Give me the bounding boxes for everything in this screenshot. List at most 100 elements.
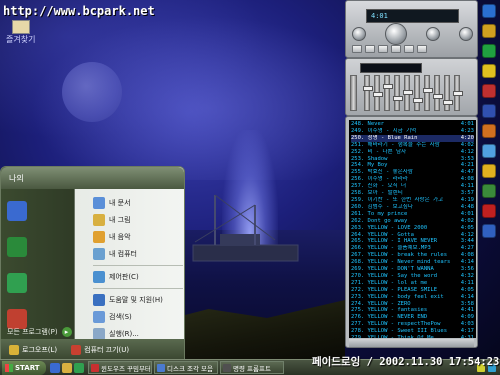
quick-launch-icon[interactable]	[482, 204, 496, 218]
shutdown-button[interactable]: 컴퓨터 끄기(U)	[71, 344, 129, 355]
stop-button[interactable]	[391, 45, 401, 53]
quick-launch-icon[interactable]	[482, 124, 496, 138]
eq-slider-thumb[interactable]	[433, 94, 443, 99]
pinned-app-icon[interactable]	[7, 309, 27, 329]
eq-band-slider[interactable]	[453, 75, 463, 111]
playlist-row[interactable]: 253. Shadow 3:53	[351, 156, 474, 163]
logoff-button[interactable]: 로그오프(L)	[9, 344, 57, 355]
start-menu-item[interactable]: 내 그림	[93, 212, 183, 228]
next-button[interactable]	[404, 45, 414, 53]
eq-slider-thumb[interactable]	[423, 88, 433, 93]
quick-launch-icon[interactable]	[482, 184, 496, 198]
pinned-app-icon[interactable]	[7, 201, 27, 221]
playlist-row[interactable]: 269. YELLOW - DON'T WANNA 3:56	[351, 266, 474, 273]
eq-band-slider[interactable]	[403, 75, 413, 111]
taskbar-task-button[interactable]: 디스크 조각 모음	[154, 361, 218, 374]
playlist-row[interactable]: 267. YELLOW - break the rules 4:08	[351, 252, 474, 259]
start-menu-item[interactable]: 내 문서	[93, 195, 183, 211]
play-button[interactable]	[365, 45, 375, 53]
pinned-app-icon[interactable]	[7, 273, 27, 293]
quick-launch-icon[interactable]	[482, 224, 496, 238]
eq-slider-thumb[interactable]	[383, 84, 393, 89]
eject-button[interactable]	[417, 45, 427, 53]
quick-launch-icon[interactable]	[482, 164, 496, 178]
volume-knob[interactable]	[352, 27, 366, 41]
quick-launch-icon[interactable]	[482, 44, 496, 58]
playlist-row[interactable]: 261. To my prince 4:01	[351, 211, 474, 218]
start-menu-item[interactable]: 검색(S)	[93, 309, 183, 325]
playlist-row[interactable]: 258. 보아 - 발렌티 3:57	[351, 190, 474, 197]
eq-band-slider[interactable]	[443, 75, 453, 111]
start-menu-item[interactable]: 내 음악	[93, 229, 183, 245]
eq-slider-thumb[interactable]	[373, 92, 383, 97]
eq-slider-thumb[interactable]	[413, 98, 423, 103]
playlist-row[interactable]: 259. 이기찬 - 또 한번 사랑은 가고 4:19	[351, 197, 474, 204]
quick-launch-icon[interactable]	[482, 84, 496, 98]
playlist-row[interactable]: 249. 이수영 - 지금 기억 4:23	[351, 128, 474, 135]
playlist-list[interactable]: 248. Never 4:01 249. 이수영 - 지금 기억 4:23 250. 청…	[349, 120, 476, 338]
eq-band-slider[interactable]	[373, 75, 383, 111]
balance-knob[interactable]	[385, 23, 407, 45]
tone-knob[interactable]	[426, 27, 440, 41]
playlist-row[interactable]: 274. YELLOW - ZERO 3:58	[351, 301, 474, 308]
playlist-row[interactable]: 260. 김범수 - 보고싶다 4:48	[351, 204, 474, 211]
quick-launch-icon[interactable]	[482, 64, 496, 78]
playlist-row[interactable]: 268. YELLOW - Never mind tears 4:14	[351, 259, 474, 266]
start-button[interactable]: START	[2, 360, 46, 375]
playlist-row[interactable]: 262. Dont go away 4:02	[351, 218, 474, 225]
playlist-row[interactable]: 265. YELLOW - I HAVE NEVER 3:44	[351, 238, 474, 245]
eq-band-slider[interactable]	[383, 75, 393, 111]
eq-slider-thumb[interactable]	[393, 96, 403, 101]
playlist-row[interactable]: 270. YELLOW - Say the word 4:32	[351, 273, 474, 280]
playlist-row[interactable]: 276. YELLOW - NEVER END 4:09	[351, 314, 474, 321]
playlist-row[interactable]: 266. YELLOW - 슬픔예보.MP3 4:27	[351, 245, 474, 252]
prev-button[interactable]	[352, 45, 362, 53]
playlist-row[interactable]: 263. YELLOW - LOVE 2000 4:05	[351, 225, 474, 232]
eq-slider-thumb[interactable]	[443, 100, 453, 105]
quick-launch-icon[interactable]	[482, 24, 496, 38]
ie-icon[interactable]	[50, 362, 60, 373]
eq-slider-thumb[interactable]	[363, 86, 373, 91]
taskbar-task-button[interactable]: 윈도우즈 꾸밈부터	[88, 361, 152, 374]
folder-icon[interactable]	[62, 362, 72, 373]
eq-slider-thumb[interactable]	[403, 90, 413, 95]
eq-band-slider[interactable]	[393, 75, 403, 111]
seek-knob[interactable]	[459, 27, 473, 41]
all-programs-button[interactable]: 모든 프로그램(P) ▸	[7, 327, 72, 337]
playlist-row[interactable]: 271. YELLOW - lol at me 4:11	[351, 280, 474, 287]
playlist-row[interactable]: 254. My Boy 4:21	[351, 162, 474, 169]
quick-launch-icon[interactable]	[482, 104, 496, 118]
playlist-row[interactable]: 256. 이수영 - 라라라 4:08	[351, 176, 474, 183]
eq-band-slider[interactable]	[363, 75, 373, 111]
playlist-row[interactable]: 279. YELLOW - Think Of Me 4:31	[351, 335, 474, 338]
playlist-row[interactable]: 252. 비 - 나쁜 남자 4:12	[351, 149, 474, 156]
desktop-favorites-shortcut[interactable]: 즐겨찾기	[6, 20, 35, 45]
start-menu-item[interactable]: 제어판(C)	[93, 269, 183, 285]
start-menu-item[interactable]: 도움말 및 지원(H)	[93, 292, 183, 308]
playlist-row[interactable]: 273. YELLOW - body feel exit 4:14	[351, 294, 474, 301]
pause-button[interactable]	[378, 45, 388, 53]
taskbar-task-button[interactable]: 명령 프롬프트	[220, 361, 284, 374]
quick-launch-icon[interactable]	[482, 4, 496, 18]
pinned-app-icon[interactable]	[7, 237, 27, 257]
playlist-row[interactable]: 257. 신화 - 오직 너 4:11	[351, 183, 474, 190]
playlist-row[interactable]: 264. YELLOW - Gotta 4:12	[351, 232, 474, 239]
quick-launch-icon[interactable]	[482, 144, 496, 158]
playlist-controls[interactable]	[349, 339, 474, 347]
eq-band-slider[interactable]	[423, 75, 433, 111]
playlist-row[interactable]: 255. 박효신 - 좋은사람 4:47	[351, 169, 474, 176]
playlist-row[interactable]: 250. 청명 - Blue Rain 4:20	[351, 134, 474, 142]
playlist-row[interactable]: 251. 해바라기 - 행복을 주는 사람 4:02	[351, 142, 474, 149]
media-icon[interactable]	[74, 362, 84, 373]
winamp-main-window[interactable]: 4:01	[345, 0, 478, 58]
playlist-row[interactable]: 275. YELLOW - fantasies 4:41	[351, 307, 474, 314]
playlist-row[interactable]: 278. YELLOW - Sweet III Blues 4:17	[351, 328, 474, 335]
playlist-row[interactable]: 272. YELLOW - PLEASE SMILE 4:05	[351, 287, 474, 294]
eq-preamp-slider[interactable]	[350, 75, 357, 111]
eq-slider-thumb[interactable]	[453, 91, 463, 96]
start-menu-item[interactable]: 내 컴퓨터	[93, 246, 183, 262]
playlist-row[interactable]: 277. YELLOW - respectThePow 4:03	[351, 321, 474, 328]
eq-band-slider[interactable]	[413, 75, 423, 111]
playlist-row[interactable]: 248. Never 4:01	[351, 121, 474, 128]
eq-band-slider[interactable]	[433, 75, 443, 111]
